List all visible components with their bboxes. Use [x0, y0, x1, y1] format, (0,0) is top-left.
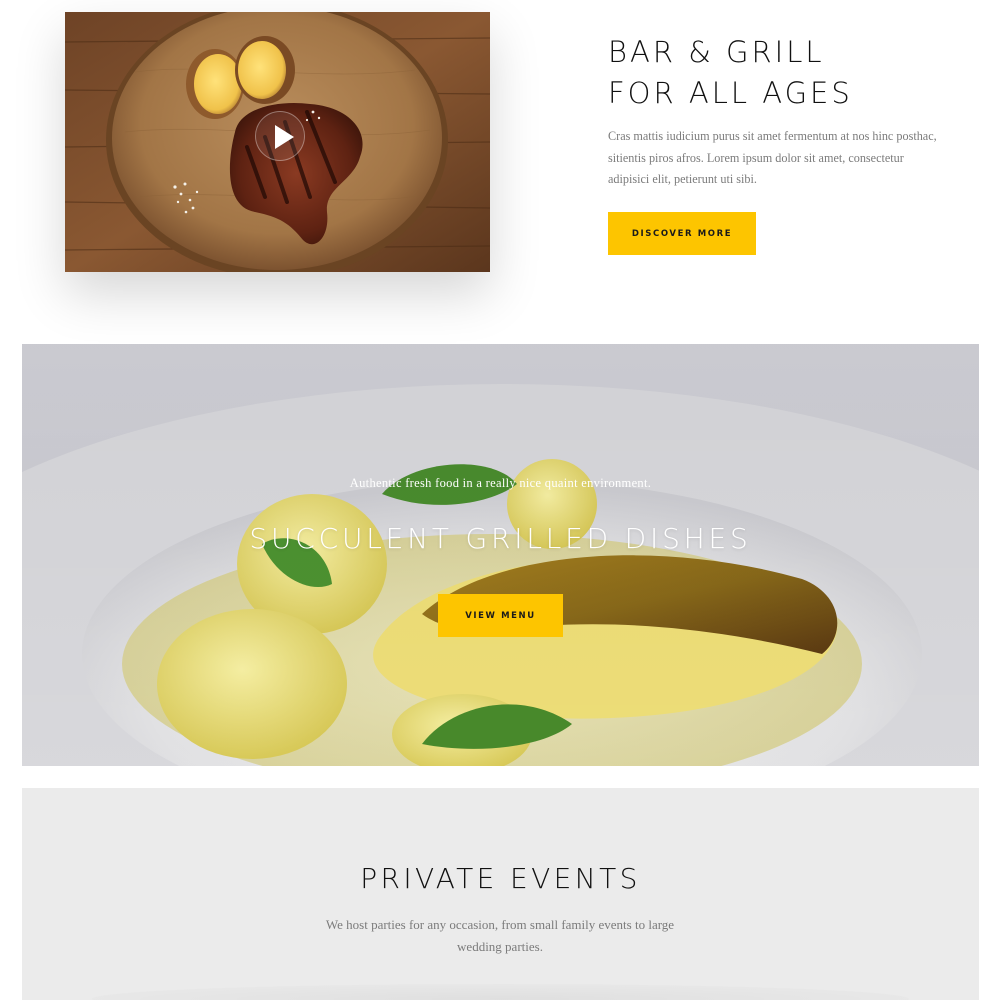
intro-heading: BAR & GRILL FOR ALL AGES: [608, 32, 948, 114]
play-button[interactable]: [255, 111, 305, 161]
intro-heading-line-1: BAR & GRILL: [608, 35, 825, 69]
intro-paragraph: Cras mattis iudicium purus sit amet ferm…: [608, 129, 937, 186]
intro-heading-line-2: FOR ALL AGES: [608, 76, 853, 110]
private-events-section: PRIVATE EVENTS We host parties for any o…: [22, 788, 979, 1000]
discover-more-button[interactable]: DISCOVER MORE: [608, 212, 756, 255]
view-menu-button[interactable]: VIEW MENU: [438, 594, 563, 637]
video-thumbnail[interactable]: [65, 12, 490, 272]
section-shadow: [92, 984, 909, 1000]
play-icon: [275, 125, 294, 149]
fish-dish-image: [22, 344, 979, 766]
hero-subtitle: Authentic fresh food in a really nice qu…: [349, 476, 652, 490]
hero-title: SUCCULENT GRILLED DISHES: [249, 522, 752, 555]
hero-section: Authentic fresh food in a really nice qu…: [22, 344, 979, 766]
events-paragraph: We host parties for any occasion, from s…: [325, 917, 675, 954]
events-title: PRIVATE EVENTS: [360, 862, 641, 895]
